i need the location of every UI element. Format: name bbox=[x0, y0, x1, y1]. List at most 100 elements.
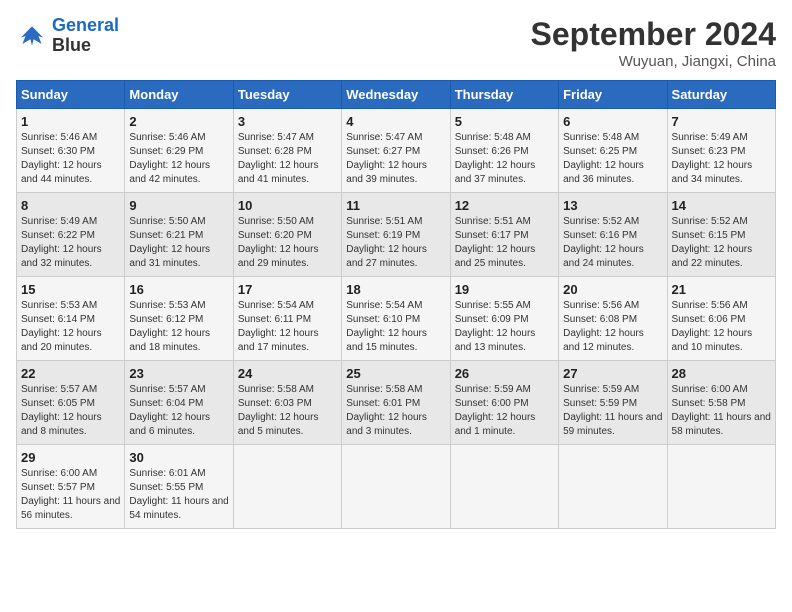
day-info: Sunrise: 5:54 AM Sunset: 6:10 PM Dayligh… bbox=[346, 299, 445, 355]
day-number: 25 bbox=[346, 366, 445, 381]
weekday-header: Wednesday bbox=[342, 81, 450, 109]
day-number: 1 bbox=[21, 114, 120, 129]
day-info: Sunrise: 5:57 AM Sunset: 6:05 PM Dayligh… bbox=[21, 383, 120, 439]
weekday-header: Monday bbox=[125, 81, 233, 109]
day-info: Sunrise: 5:52 AM Sunset: 6:15 PM Dayligh… bbox=[672, 215, 771, 271]
calendar-cell: 12 Sunrise: 5:51 AM Sunset: 6:17 PM Dayl… bbox=[450, 193, 558, 277]
day-info: Sunrise: 5:57 AM Sunset: 6:04 PM Dayligh… bbox=[129, 383, 228, 439]
day-info: Sunrise: 5:58 AM Sunset: 6:01 PM Dayligh… bbox=[346, 383, 445, 439]
calendar-cell: 26 Sunrise: 5:59 AM Sunset: 6:00 PM Dayl… bbox=[450, 361, 558, 445]
day-number: 4 bbox=[346, 114, 445, 129]
calendar-cell: 21 Sunrise: 5:56 AM Sunset: 6:06 PM Dayl… bbox=[667, 277, 775, 361]
calendar-cell bbox=[450, 445, 558, 529]
day-info: Sunrise: 5:54 AM Sunset: 6:11 PM Dayligh… bbox=[238, 299, 337, 355]
day-number: 5 bbox=[455, 114, 554, 129]
day-info: Sunrise: 5:59 AM Sunset: 6:00 PM Dayligh… bbox=[455, 383, 554, 439]
calendar-cell: 28 Sunrise: 6:00 AM Sunset: 5:58 PM Dayl… bbox=[667, 361, 775, 445]
day-info: Sunrise: 5:59 AM Sunset: 5:59 PM Dayligh… bbox=[563, 383, 662, 439]
day-info: Sunrise: 5:46 AM Sunset: 6:30 PM Dayligh… bbox=[21, 131, 120, 187]
day-info: Sunrise: 5:47 AM Sunset: 6:28 PM Dayligh… bbox=[238, 131, 337, 187]
day-info: Sunrise: 6:01 AM Sunset: 5:55 PM Dayligh… bbox=[129, 467, 228, 523]
day-info: Sunrise: 6:00 AM Sunset: 5:58 PM Dayligh… bbox=[672, 383, 771, 439]
day-number: 13 bbox=[563, 198, 662, 213]
day-number: 15 bbox=[21, 282, 120, 297]
day-number: 20 bbox=[563, 282, 662, 297]
calendar-cell: 9 Sunrise: 5:50 AM Sunset: 6:21 PM Dayli… bbox=[125, 193, 233, 277]
day-number: 12 bbox=[455, 198, 554, 213]
calendar-cell: 6 Sunrise: 5:48 AM Sunset: 6:25 PM Dayli… bbox=[559, 109, 667, 193]
day-number: 6 bbox=[563, 114, 662, 129]
calendar-cell: 25 Sunrise: 5:58 AM Sunset: 6:01 PM Dayl… bbox=[342, 361, 450, 445]
weekday-header: Friday bbox=[559, 81, 667, 109]
day-info: Sunrise: 5:56 AM Sunset: 6:06 PM Dayligh… bbox=[672, 299, 771, 355]
calendar-cell: 22 Sunrise: 5:57 AM Sunset: 6:05 PM Dayl… bbox=[17, 361, 125, 445]
calendar-cell: 17 Sunrise: 5:54 AM Sunset: 6:11 PM Dayl… bbox=[233, 277, 341, 361]
calendar-cell: 15 Sunrise: 5:53 AM Sunset: 6:14 PM Dayl… bbox=[17, 277, 125, 361]
calendar-cell bbox=[667, 445, 775, 529]
calendar-cell bbox=[233, 445, 341, 529]
day-info: Sunrise: 5:53 AM Sunset: 6:12 PM Dayligh… bbox=[129, 299, 228, 355]
day-info: Sunrise: 5:51 AM Sunset: 6:19 PM Dayligh… bbox=[346, 215, 445, 271]
day-number: 24 bbox=[238, 366, 337, 381]
day-number: 21 bbox=[672, 282, 771, 297]
day-info: Sunrise: 5:48 AM Sunset: 6:25 PM Dayligh… bbox=[563, 131, 662, 187]
calendar-week-row: 8 Sunrise: 5:49 AM Sunset: 6:22 PM Dayli… bbox=[17, 193, 776, 277]
calendar-week-row: 1 Sunrise: 5:46 AM Sunset: 6:30 PM Dayli… bbox=[17, 109, 776, 193]
day-number: 3 bbox=[238, 114, 337, 129]
day-number: 16 bbox=[129, 282, 228, 297]
day-number: 29 bbox=[21, 450, 120, 465]
calendar-week-row: 29 Sunrise: 6:00 AM Sunset: 5:57 PM Dayl… bbox=[17, 445, 776, 529]
day-number: 7 bbox=[672, 114, 771, 129]
location: Wuyuan, Jiangxi, China bbox=[531, 53, 776, 70]
calendar-cell: 7 Sunrise: 5:49 AM Sunset: 6:23 PM Dayli… bbox=[667, 109, 775, 193]
weekday-header: Thursday bbox=[450, 81, 558, 109]
calendar-cell: 10 Sunrise: 5:50 AM Sunset: 6:20 PM Dayl… bbox=[233, 193, 341, 277]
calendar-cell: 8 Sunrise: 5:49 AM Sunset: 6:22 PM Dayli… bbox=[17, 193, 125, 277]
day-info: Sunrise: 5:52 AM Sunset: 6:16 PM Dayligh… bbox=[563, 215, 662, 271]
calendar-cell: 4 Sunrise: 5:47 AM Sunset: 6:27 PM Dayli… bbox=[342, 109, 450, 193]
calendar-cell: 24 Sunrise: 5:58 AM Sunset: 6:03 PM Dayl… bbox=[233, 361, 341, 445]
day-info: Sunrise: 5:49 AM Sunset: 6:23 PM Dayligh… bbox=[672, 131, 771, 187]
day-number: 27 bbox=[563, 366, 662, 381]
day-number: 11 bbox=[346, 198, 445, 213]
calendar-cell: 16 Sunrise: 5:53 AM Sunset: 6:12 PM Dayl… bbox=[125, 277, 233, 361]
calendar-week-row: 22 Sunrise: 5:57 AM Sunset: 6:05 PM Dayl… bbox=[17, 361, 776, 445]
day-number: 10 bbox=[238, 198, 337, 213]
day-number: 26 bbox=[455, 366, 554, 381]
day-number: 19 bbox=[455, 282, 554, 297]
day-number: 28 bbox=[672, 366, 771, 381]
month-title: September 2024 bbox=[531, 16, 776, 53]
day-info: Sunrise: 5:49 AM Sunset: 6:22 PM Dayligh… bbox=[21, 215, 120, 271]
day-number: 22 bbox=[21, 366, 120, 381]
calendar-cell: 18 Sunrise: 5:54 AM Sunset: 6:10 PM Dayl… bbox=[342, 277, 450, 361]
calendar-cell: 23 Sunrise: 5:57 AM Sunset: 6:04 PM Dayl… bbox=[125, 361, 233, 445]
page-header: General Blue September 2024 Wuyuan, Jian… bbox=[16, 16, 776, 70]
day-info: Sunrise: 5:47 AM Sunset: 6:27 PM Dayligh… bbox=[346, 131, 445, 187]
day-number: 9 bbox=[129, 198, 228, 213]
day-info: Sunrise: 5:55 AM Sunset: 6:09 PM Dayligh… bbox=[455, 299, 554, 355]
weekday-header: Saturday bbox=[667, 81, 775, 109]
day-info: Sunrise: 6:00 AM Sunset: 5:57 PM Dayligh… bbox=[21, 467, 120, 523]
day-number: 14 bbox=[672, 198, 771, 213]
calendar-cell bbox=[342, 445, 450, 529]
calendar-cell: 27 Sunrise: 5:59 AM Sunset: 5:59 PM Dayl… bbox=[559, 361, 667, 445]
calendar-cell: 29 Sunrise: 6:00 AM Sunset: 5:57 PM Dayl… bbox=[17, 445, 125, 529]
calendar-cell: 19 Sunrise: 5:55 AM Sunset: 6:09 PM Dayl… bbox=[450, 277, 558, 361]
calendar-cell: 14 Sunrise: 5:52 AM Sunset: 6:15 PM Dayl… bbox=[667, 193, 775, 277]
day-info: Sunrise: 5:46 AM Sunset: 6:29 PM Dayligh… bbox=[129, 131, 228, 187]
day-info: Sunrise: 5:48 AM Sunset: 6:26 PM Dayligh… bbox=[455, 131, 554, 187]
calendar-cell bbox=[559, 445, 667, 529]
day-number: 2 bbox=[129, 114, 228, 129]
day-info: Sunrise: 5:53 AM Sunset: 6:14 PM Dayligh… bbox=[21, 299, 120, 355]
title-block: September 2024 Wuyuan, Jiangxi, China bbox=[531, 16, 776, 70]
calendar-cell: 1 Sunrise: 5:46 AM Sunset: 6:30 PM Dayli… bbox=[17, 109, 125, 193]
day-number: 17 bbox=[238, 282, 337, 297]
day-number: 23 bbox=[129, 366, 228, 381]
logo-text: General Blue bbox=[52, 16, 119, 56]
calendar-week-row: 15 Sunrise: 5:53 AM Sunset: 6:14 PM Dayl… bbox=[17, 277, 776, 361]
calendar-cell: 5 Sunrise: 5:48 AM Sunset: 6:26 PM Dayli… bbox=[450, 109, 558, 193]
logo: General Blue bbox=[16, 16, 119, 56]
day-number: 18 bbox=[346, 282, 445, 297]
calendar-cell: 13 Sunrise: 5:52 AM Sunset: 6:16 PM Dayl… bbox=[559, 193, 667, 277]
day-info: Sunrise: 5:50 AM Sunset: 6:21 PM Dayligh… bbox=[129, 215, 228, 271]
